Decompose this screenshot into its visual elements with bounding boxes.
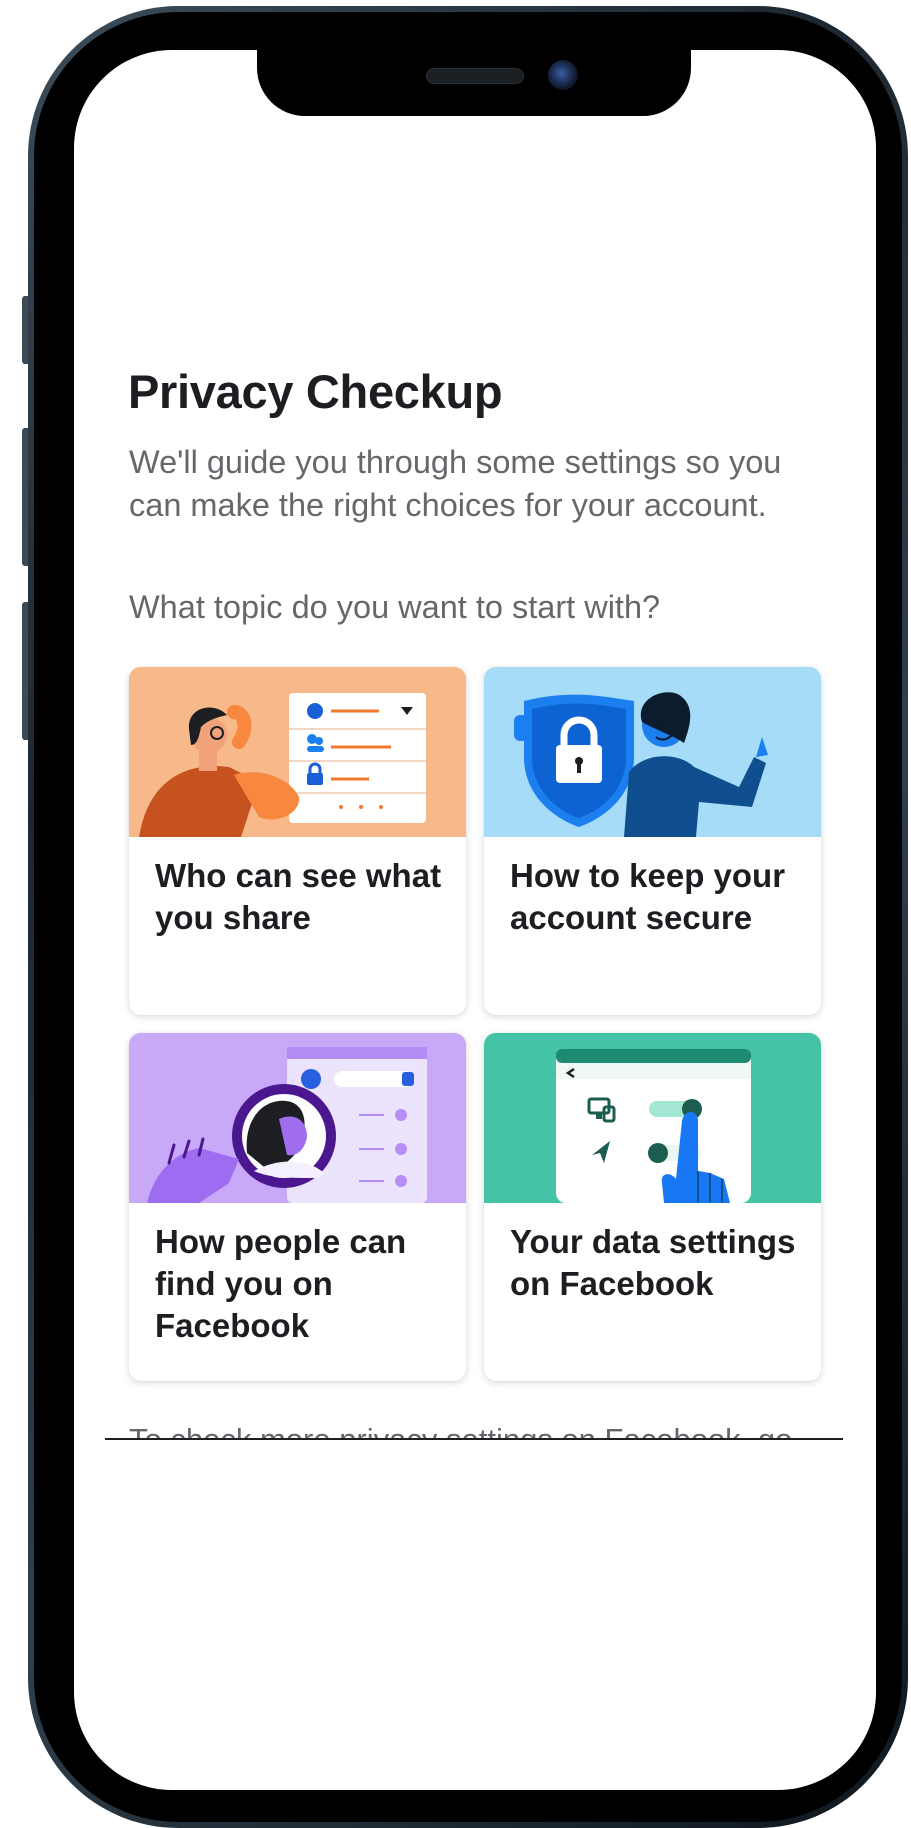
security-shield-illustration — [484, 667, 821, 837]
audience-illustration — [129, 667, 466, 837]
topic-card-account-secure[interactable]: How to keep your account secure — [484, 667, 821, 1015]
front-camera — [548, 60, 578, 90]
topic-card-data-settings[interactable]: Your data settings on Facebook — [484, 1033, 821, 1381]
topic-label: How to keep your account secure — [510, 857, 786, 936]
page-intro: We'll guide you through some settings so… — [129, 444, 782, 523]
topic-card-who-can-see[interactable]: Who can see what you share — [129, 667, 466, 1015]
magnifier-search-illustration — [129, 1033, 466, 1203]
topic-label: Your data settings on Facebook — [510, 1223, 796, 1302]
topic-label: How people can find you on Facebook — [155, 1223, 407, 1344]
earpiece-speaker — [426, 68, 524, 84]
topic-question: What topic do you want to start with? — [129, 589, 661, 625]
data-settings-illustration — [484, 1033, 821, 1203]
topic-label: Who can see what you share — [155, 857, 442, 936]
topic-card-find-you[interactable]: How people can find you on Facebook — [129, 1033, 466, 1381]
footer-clip: To check more privacy settings on Facebo… — [105, 1420, 843, 1440]
footer-more-settings-text: To check more privacy settings on Facebo… — [129, 1422, 793, 1440]
footer-divider — [105, 1438, 843, 1440]
page-title: Privacy Checkup — [128, 365, 503, 418]
